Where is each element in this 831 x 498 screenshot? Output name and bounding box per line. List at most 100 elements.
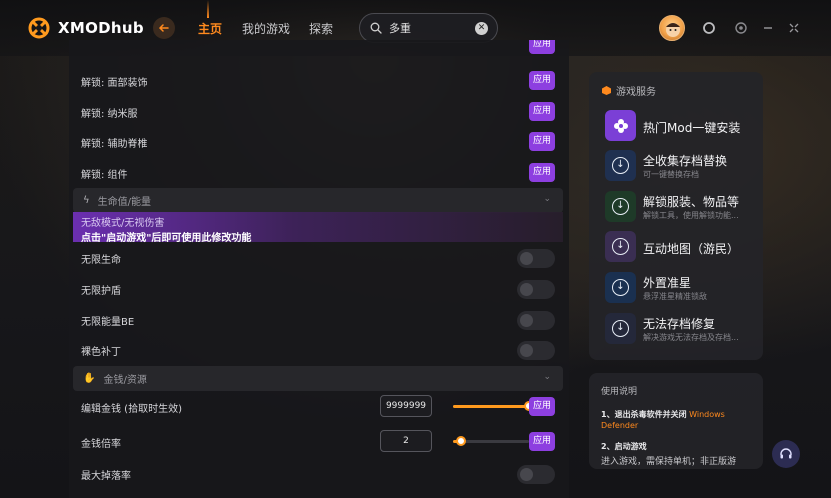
download-icon: ↓ bbox=[605, 231, 636, 262]
toggle-label: 无限护盾 bbox=[81, 285, 121, 297]
list-item: 解锁: 组件 应用 bbox=[81, 158, 555, 188]
download-icon: ↓ bbox=[605, 272, 636, 303]
service-desc: 悬浮准星精准锁敌 bbox=[643, 292, 707, 301]
toggle-row: 最大掉落率 bbox=[81, 459, 555, 489]
arrow-left-icon bbox=[158, 24, 169, 32]
service-name: 互动地图（游民） bbox=[643, 242, 740, 256]
search-box[interactable]: 多重 ✕ bbox=[359, 13, 498, 43]
apply-button[interactable]: 应用 bbox=[529, 163, 555, 182]
app-logo[interactable]: XMODhub bbox=[28, 17, 144, 39]
toggle-knob bbox=[520, 314, 533, 327]
banner-hint: 点击"启动游戏"后即可使用此修改功能 bbox=[81, 233, 252, 244]
toggle-switch[interactable] bbox=[517, 341, 555, 360]
step2-desc: 进入游戏，需保持单机；非正版游 bbox=[601, 457, 737, 467]
toggle-switch[interactable] bbox=[517, 465, 555, 484]
service-item-map[interactable]: ↓ 互动地图（游民） bbox=[605, 231, 755, 265]
money-mult-row: 金钱倍率 2 应用 bbox=[81, 427, 555, 457]
toggle-knob bbox=[520, 283, 533, 296]
nav-active-indicator bbox=[207, 0, 209, 18]
instructions-title: 使用说明 bbox=[601, 387, 638, 397]
service-name: 解锁服装、物品等 bbox=[643, 195, 740, 209]
service-desc: 解锁工具，使用解锁功能... bbox=[643, 211, 739, 220]
service-item-crosshair[interactable]: ↓ 外置准星 悬浮准星精准锁敌 bbox=[605, 272, 755, 306]
toggle-knob bbox=[520, 468, 533, 481]
list-item: 解锁: 辅助脊椎 应用 bbox=[81, 127, 555, 157]
mod-list-panel[interactable]: 应用 解锁: 面部装饰 应用 解锁: 纳米服 应用 解锁: 辅助脊椎 应用 解锁… bbox=[69, 40, 569, 498]
item-label: 解锁: 组件 bbox=[81, 169, 128, 181]
instructions-panel[interactable]: 使用说明 1、退出杀毒软件并关闭 Windows Defender 2、启动游戏… bbox=[589, 373, 763, 469]
service-item-save-fix[interactable]: ↓ 无法存档修复 解决游戏无法存档及存档... bbox=[605, 313, 755, 347]
section-title: 生命值/能量 bbox=[97, 197, 151, 208]
step1-text: 1、退出杀毒软件并关闭 bbox=[601, 410, 687, 419]
instructions-step-1: 1、退出杀毒软件并关闭 Windows Defender bbox=[601, 409, 753, 431]
services-title: 游戏服务 bbox=[601, 83, 656, 98]
nav-explore[interactable]: 探索 bbox=[309, 20, 333, 37]
money-mult-label: 金钱倍率 bbox=[81, 438, 121, 450]
apply-button[interactable]: 应用 bbox=[529, 397, 555, 416]
avatar-face-icon bbox=[666, 23, 680, 37]
item-label: 解锁: 纳米服 bbox=[81, 108, 138, 120]
toggle-row: 裸色补丁 bbox=[81, 335, 555, 365]
item-label: 解锁: 面部装饰 bbox=[81, 77, 148, 89]
apply-button[interactable]: 应用 bbox=[529, 102, 555, 121]
service-name: 热门Mod一键安装 bbox=[643, 121, 741, 135]
slider-thumb[interactable] bbox=[455, 436, 466, 446]
clear-search-icon[interactable]: ✕ bbox=[475, 22, 488, 35]
apply-button[interactable]: 应用 bbox=[529, 132, 555, 151]
notification-icon[interactable] bbox=[701, 20, 717, 36]
list-item: 解锁: 纳米服 应用 bbox=[81, 97, 555, 127]
list-item: 解锁: 面部装饰 应用 bbox=[81, 66, 555, 96]
hand-coin-icon: ✋ bbox=[83, 373, 96, 384]
toggle-label: 无限生命 bbox=[81, 254, 121, 266]
apply-button[interactable]: 应用 bbox=[529, 40, 555, 54]
chevron-down-icon: ⌄ bbox=[543, 372, 551, 382]
settings-icon[interactable] bbox=[733, 20, 749, 36]
slider-fill bbox=[453, 405, 529, 408]
flower-icon bbox=[605, 110, 636, 141]
service-desc: 解决游戏无法存档及存档... bbox=[643, 333, 739, 342]
heart-pulse-icon: ϟ bbox=[83, 195, 90, 206]
download-icon: ↓ bbox=[605, 191, 636, 222]
toggle-row: 无限生命 bbox=[81, 243, 555, 273]
toggle-switch[interactable] bbox=[517, 280, 555, 299]
back-button[interactable] bbox=[153, 17, 175, 39]
apply-button[interactable]: 应用 bbox=[529, 71, 555, 90]
headset-icon bbox=[780, 448, 792, 459]
toggle-knob bbox=[520, 252, 533, 265]
toggle-row: 无限能量BE bbox=[81, 305, 555, 335]
service-item-unlock[interactable]: ↓ 解锁服装、物品等 解锁工具，使用解锁功能... bbox=[605, 191, 755, 225]
item-label: 解锁: 辅助脊椎 bbox=[81, 138, 148, 150]
avatar[interactable] bbox=[659, 15, 685, 41]
search-icon bbox=[370, 22, 382, 34]
toggle-label: 最大掉落率 bbox=[81, 470, 131, 482]
minimize-icon[interactable] bbox=[760, 20, 776, 36]
multiplier-slider[interactable] bbox=[453, 436, 529, 446]
section-title: 金钱/资源 bbox=[103, 375, 147, 386]
toggle-label: 裸色补丁 bbox=[81, 346, 121, 358]
service-name: 外置准星 bbox=[643, 276, 692, 290]
step2-text: 2、启动游戏 bbox=[601, 442, 647, 451]
money-edit-row: 编辑金钱 (拾取时生效) 9999999 应用 bbox=[81, 392, 555, 422]
xmod-logo-icon bbox=[28, 17, 50, 39]
apply-button[interactable]: 应用 bbox=[529, 432, 555, 451]
service-name: 无法存档修复 bbox=[643, 317, 716, 331]
app-name: XMODhub bbox=[58, 19, 144, 37]
fullscreen-icon[interactable] bbox=[786, 20, 802, 36]
section-money-header[interactable]: ✋ 金钱/资源 ⌄ bbox=[73, 366, 563, 391]
toggle-switch[interactable] bbox=[517, 311, 555, 330]
nav-my-games[interactable]: 我的游戏 bbox=[242, 20, 290, 37]
multiplier-input[interactable]: 2 bbox=[380, 430, 432, 452]
chevron-down-icon: ⌄ bbox=[543, 194, 551, 204]
game-services-panel: 游戏服务 热门Mod一键安装 ↓ 全收集存档替换 可一键替换存档 ↓ 解锁服装、… bbox=[589, 72, 763, 360]
nav-home[interactable]: 主页 bbox=[198, 20, 222, 37]
instructions-step-2: 2、启动游戏 进入游戏，需保持单机；非正版游 bbox=[601, 441, 753, 467]
support-button[interactable] bbox=[772, 440, 800, 468]
section-health-header[interactable]: ϟ 生命值/能量 ⌄ bbox=[73, 188, 563, 213]
toggle-switch[interactable] bbox=[517, 249, 555, 268]
download-icon: ↓ bbox=[605, 313, 636, 344]
service-item-save-replace[interactable]: ↓ 全收集存档替换 可一键替换存档 bbox=[605, 150, 755, 184]
money-slider[interactable] bbox=[453, 401, 534, 411]
money-value-input[interactable]: 9999999 bbox=[380, 395, 432, 417]
search-input[interactable]: 多重 bbox=[389, 20, 411, 36]
service-item-mod-install[interactable]: 热门Mod一键安装 bbox=[605, 110, 755, 144]
